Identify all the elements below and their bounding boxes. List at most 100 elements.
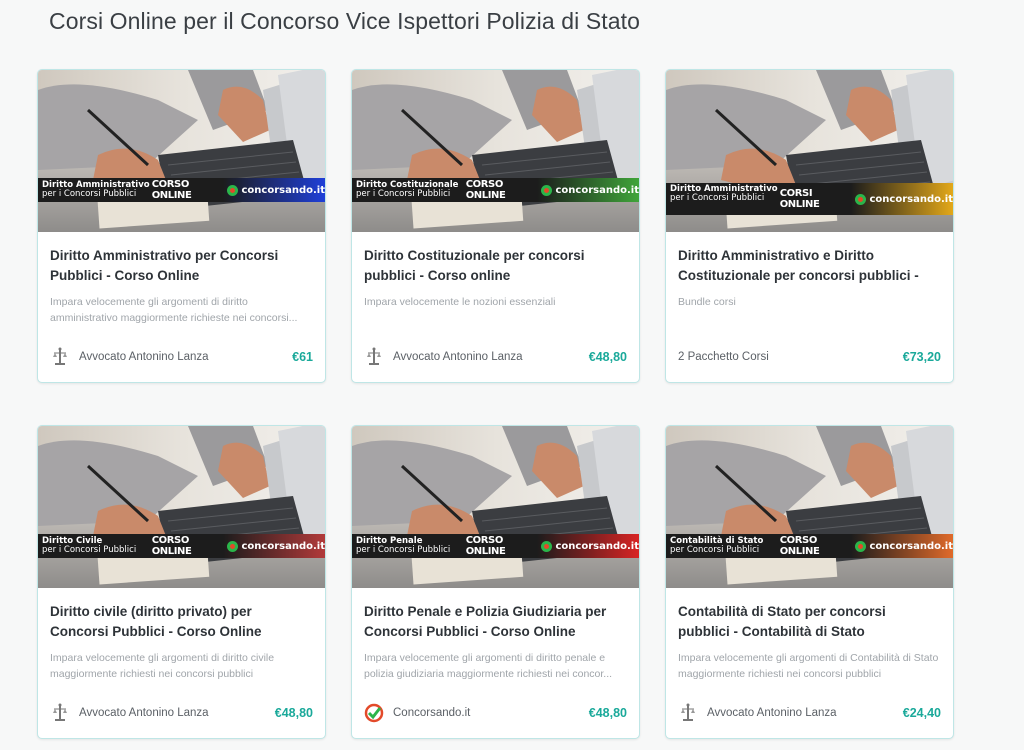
course-card[interactable]: Contabilità di Stato per Concorsi Pubbli… [665,425,954,739]
author-name: Avvocato Antonino Lanza [79,351,209,363]
banner-subject: Diritto Costituzionale per i Concorsi Pu… [352,178,466,202]
course-description: Impara velocemente gli argomenti di diri… [364,652,613,680]
course-price: €48,80 [588,706,627,720]
course-card-body: Diritto Amministrativo e Diritto Costitu… [666,232,953,326]
course-thumbnail[interactable]: Diritto Penale per i Concorsi Pubblici C… [352,426,639,588]
course-banner: Diritto Amministrativo per i Concorsi Pu… [38,178,325,202]
banner-subject: Diritto Penale per i Concorsi Pubblici [352,534,466,558]
justice-scales-icon [678,703,698,723]
course-card-body: Diritto civile (diritto privato) per Con… [38,588,325,682]
banner-brand-text: concorsando.it [869,540,953,552]
course-photo [38,426,325,588]
concorsando-logo-icon [855,540,867,552]
course-photo [38,70,325,232]
concorsando-logo-icon [855,193,867,205]
banner-brand: concorsando.it [851,534,953,558]
banner-label: CORSO ONLINE [465,534,538,558]
banner-brand-text: concorsando.it [869,193,953,205]
course-banner: Contabilità di Stato per Concorsi Pubbli… [666,534,953,558]
banner-brand-text: concorsando.it [555,184,639,196]
banner-brand: concorsando.it [537,178,639,202]
course-card[interactable]: Diritto Civile per i Concorsi Pubblici C… [37,425,326,739]
banner-subject: Diritto Civile per i Concorsi Pubblici [38,534,152,558]
concorsando-logo-icon [541,540,553,552]
course-card-body: Diritto Penale e Polizia Giudiziaria per… [352,588,639,682]
concorsando-logo-icon [541,184,553,196]
course-title[interactable]: Diritto Amministrativo e Diritto Costitu… [678,246,941,286]
course-title[interactable]: Diritto Penale e Polizia Giudiziaria per… [364,602,627,642]
course-price: €61 [292,350,313,364]
course-price: €73,20 [902,350,941,364]
course-thumbnail[interactable]: Diritto Amministrativo per i Concorsi Pu… [38,70,325,232]
author-name: Concorsando.it [393,707,471,719]
banner-brand: concorsando.it [223,178,325,202]
course-footer: Concorsando.it €48,80 [364,702,627,724]
course-description: Impara velocemente gli argomenti di Cont… [678,652,939,680]
author-name: Avvocato Antonino Lanza [393,351,523,363]
course-photo [666,426,953,588]
justice-scales-icon [50,347,70,367]
justice-scales-icon [50,703,70,723]
course-author: Avvocato Antonino Lanza [678,703,837,723]
banner-subtitle: per Concorsi Pubblici [670,545,760,555]
course-author: 2 Pacchetto Corsi [678,351,769,363]
banner-subtitle: per i Concorsi Pubblici [356,545,451,555]
course-banner: Diritto Civile per i Concorsi Pubblici C… [38,534,325,558]
banner-brand-text: concorsando.it [241,540,325,552]
page-title: Corsi Online per il Concorso Vice Ispett… [49,8,641,34]
banner-label: CORSO ONLINE [151,178,224,202]
course-title[interactable]: Diritto civile (diritto privato) per Con… [50,602,313,642]
course-description: Bundle corsi [678,296,736,308]
course-thumbnail[interactable]: Diritto Costituzionale per i Concorsi Pu… [352,70,639,232]
course-description: Impara velocemente gli argomenti di diri… [50,296,298,324]
course-banner: Diritto Costituzionale per i Concorsi Pu… [352,178,639,202]
course-thumbnail[interactable]: Contabilità di Stato per Concorsi Pubbli… [666,426,953,588]
course-footer: Avvocato Antonino Lanza €61 [50,346,313,368]
banner-subject: Diritto Amministrativo e Costituzionale … [666,183,780,215]
concorsando-logo-icon [227,184,239,196]
course-banner: Diritto Amministrativo e Costituzionale … [666,183,953,215]
banner-brand-text: concorsando.it [241,184,325,196]
course-card-body: Contabilità di Stato per concorsi pubbli… [666,588,953,682]
course-card[interactable]: Diritto Penale per i Concorsi Pubblici C… [351,425,640,739]
course-grid: Diritto Amministrativo per i Concorsi Pu… [37,69,957,739]
banner-subject: Diritto Amministrativo per i Concorsi Pu… [38,178,152,202]
course-author: Avvocato Antonino Lanza [50,703,209,723]
course-thumbnail[interactable]: Diritto Civile per i Concorsi Pubblici C… [38,426,325,588]
course-title[interactable]: Contabilità di Stato per concorsi pubbli… [678,602,941,642]
course-photo [352,70,639,232]
course-author: Concorsando.it [364,703,470,723]
course-price: €24,40 [902,706,941,720]
course-footer: Avvocato Antonino Lanza €48,80 [50,702,313,724]
course-footer: Avvocato Antonino Lanza €48,80 [364,346,627,368]
course-card-body: Diritto Costituzionale per concorsi pubb… [352,232,639,326]
author-name: Avvocato Antonino Lanza [79,707,209,719]
banner-subtitle: per i Concorsi Pubblici [42,189,137,199]
banner-label: CORSO ONLINE [151,534,224,558]
banner-subtitle: per i Concorsi Pubblici [42,545,137,555]
justice-scales-icon [364,347,384,367]
author-name: 2 Pacchetto Corsi [678,351,769,363]
course-footer: 2 Pacchetto Corsi €73,20 [678,346,941,368]
course-thumbnail[interactable]: Diritto Amministrativo e Costituzionale … [666,70,953,232]
banner-label: CORSO ONLINE [465,178,538,202]
banner-brand: concorsando.it [223,534,325,558]
course-card[interactable]: Diritto Amministrativo per i Concorsi Pu… [37,69,326,383]
course-title[interactable]: Diritto Amministrativo per Concorsi Pubb… [50,246,313,286]
course-card[interactable]: Diritto Amministrativo e Costituzionale … [665,69,954,383]
banner-subtitle: per i Concorsi Pubblici [356,189,451,199]
course-photo [352,426,639,588]
concorsando-logo-icon [364,703,384,723]
banner-label: CORSI ONLINE [779,183,852,215]
course-author: Avvocato Antonino Lanza [50,347,209,367]
author-name: Avvocato Antonino Lanza [707,707,837,719]
course-card-body: Diritto Amministrativo per Concorsi Pubb… [38,232,325,326]
course-banner: Diritto Penale per i Concorsi Pubblici C… [352,534,639,558]
banner-subtitle: per i Concorsi Pubblici [670,193,765,203]
concorsando-logo-icon [227,540,239,552]
course-description: Impara velocemente le nozioni essenziali [364,296,556,308]
banner-brand: concorsando.it [537,534,639,558]
course-card[interactable]: Diritto Costituzionale per i Concorsi Pu… [351,69,640,383]
course-price: €48,80 [274,706,313,720]
course-title[interactable]: Diritto Costituzionale per concorsi pubb… [364,246,627,286]
